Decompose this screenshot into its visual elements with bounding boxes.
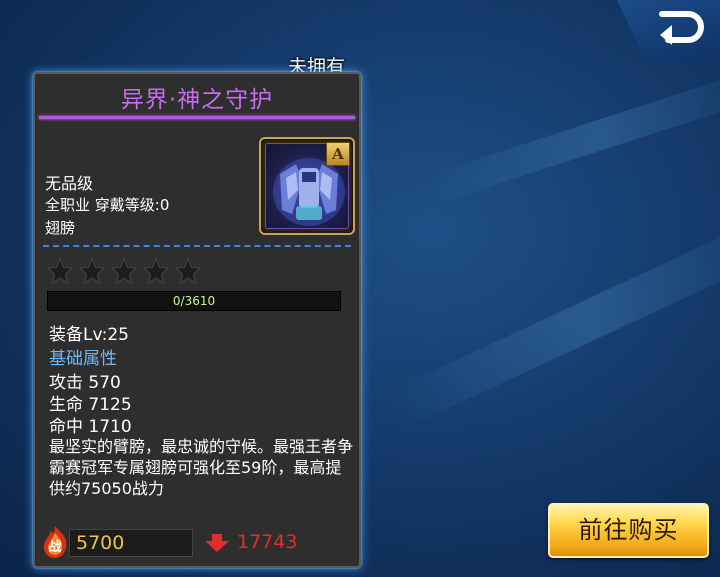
item-title: 异界·神之守护 xyxy=(120,87,274,113)
go-buy-button[interactable]: 前往购买 xyxy=(548,503,709,558)
back-button[interactable] xyxy=(616,0,720,60)
battle-power-box: 5700 xyxy=(69,529,193,557)
power-difference-value: 17743 xyxy=(237,531,298,553)
attr-header: 基础属性 xyxy=(49,349,117,369)
back-arrow-icon xyxy=(659,11,704,45)
grade-badge: A xyxy=(326,142,350,166)
title-divider xyxy=(39,116,355,119)
item-job-level: 全职业 穿戴等级:0 xyxy=(45,196,170,214)
item-detail-panel: 异界·神之守护 无品级 全职业 穿戴等级:0 翅膀 A 0/3610 装备Lv:… xyxy=(33,72,361,568)
battle-power-icon-label: 战 xyxy=(48,539,61,555)
item-slot: 翅膀 xyxy=(45,219,76,237)
star-icon xyxy=(79,258,105,284)
battle-power-value: 5700 xyxy=(76,532,125,554)
exp-progress-bar: 0/3610 xyxy=(47,291,341,311)
star-icon xyxy=(143,258,169,284)
battle-power-icon: 战 xyxy=(44,526,67,558)
down-arrow-icon xyxy=(205,534,229,552)
star-icon xyxy=(47,258,73,284)
attr-hit: 命中 1710 xyxy=(49,417,132,437)
star-icon xyxy=(111,258,137,284)
exp-progress-text: 0/3610 xyxy=(172,294,216,308)
section-divider xyxy=(43,245,351,247)
equip-level: 装备Lv:25 xyxy=(49,325,129,345)
background-streak xyxy=(391,213,720,427)
item-icon-frame: A xyxy=(259,137,355,235)
background-streak xyxy=(424,65,720,205)
star-rating xyxy=(47,258,201,284)
item-quality: 无品级 xyxy=(45,174,94,193)
star-icon xyxy=(175,258,201,284)
item-description: 最坚实的臂膀，最忠诚的守候。最强王者争霸赛冠军专属翅膀可强化至59阶，最高提供约… xyxy=(49,437,354,497)
